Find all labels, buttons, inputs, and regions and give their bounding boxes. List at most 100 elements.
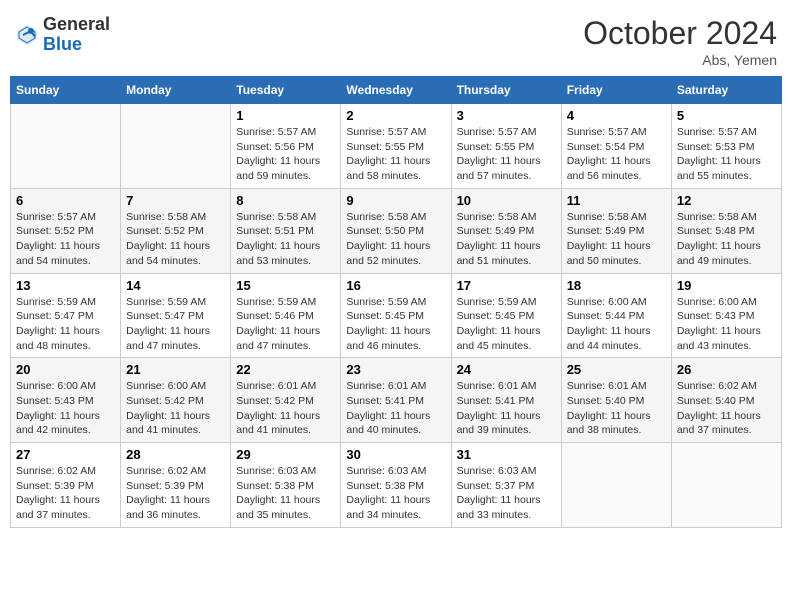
day-info: Sunrise: 6:03 AM Sunset: 5:38 PM Dayligh…: [346, 464, 445, 523]
calendar-week-5: 27Sunrise: 6:02 AM Sunset: 5:39 PM Dayli…: [11, 443, 782, 528]
calendar-cell: 21 Sunrise: 6:00 AM Sunset: 5:42 PM Dayli…: [121, 358, 231, 443]
day-number: 22: [236, 362, 335, 377]
calendar-cell: [11, 104, 121, 189]
day-number: 21: [126, 362, 225, 377]
day-number: 8: [236, 193, 335, 208]
day-info: Sunrise: 5:59 AM Sunset: 5:46 PM Dayligh…: [236, 295, 335, 354]
day-info: Sunrise: 6:01 AM Sunset: 5:41 PM Dayligh…: [346, 379, 445, 438]
day-info: Sunrise: 6:00 AM Sunset: 5:43 PM Dayligh…: [16, 379, 115, 438]
day-number: 2: [346, 108, 445, 123]
day-number: 17: [457, 278, 556, 293]
calendar-week-1: 1 Sunrise: 5:57 AM Sunset: 5:56 PM Daylig…: [11, 104, 782, 189]
page-header: General Blue October 2024 Abs, Yemen: [10, 10, 782, 68]
day-info: Sunrise: 6:00 AM Sunset: 5:42 PM Dayligh…: [126, 379, 225, 438]
day-number: 4: [567, 108, 666, 123]
day-info: Sunrise: 5:58 AM Sunset: 5:49 PM Dayligh…: [457, 210, 556, 269]
col-wednesday: Wednesday: [341, 77, 451, 104]
calendar-cell: 18Sunrise: 6:00 AM Sunset: 5:44 PM Dayli…: [561, 273, 671, 358]
calendar-cell: 28 Sunrise: 6:02 AM Sunset: 5:39 PM Dayli…: [121, 443, 231, 528]
day-info: Sunrise: 5:58 AM Sunset: 5:49 PM Dayligh…: [567, 210, 666, 269]
calendar-cell: 1 Sunrise: 5:57 AM Sunset: 5:56 PM Daylig…: [231, 104, 341, 189]
calendar-cell: 25 Sunrise: 6:01 AM Sunset: 5:40 PM Dayli…: [561, 358, 671, 443]
calendar-header-row: Sunday Monday Tuesday Wednesday Thursday…: [11, 77, 782, 104]
calendar-cell: 9 Sunrise: 5:58 AM Sunset: 5:50 PM Daylig…: [341, 188, 451, 273]
col-friday: Friday: [561, 77, 671, 104]
day-info: Sunrise: 5:57 AM Sunset: 5:56 PM Dayligh…: [236, 125, 335, 184]
calendar-cell: 13 Sunrise: 5:59 AM Sunset: 5:47 PM Dayli…: [11, 273, 121, 358]
day-number: 11: [567, 193, 666, 208]
day-number: 18: [567, 278, 666, 293]
day-info: Sunrise: 5:58 AM Sunset: 5:52 PM Dayligh…: [126, 210, 225, 269]
day-info: Sunrise: 5:57 AM Sunset: 5:52 PM Dayligh…: [16, 210, 115, 269]
calendar-cell: 22 Sunrise: 6:01 AM Sunset: 5:42 PM Dayli…: [231, 358, 341, 443]
calendar-cell: 23 Sunrise: 6:01 AM Sunset: 5:41 PM Dayli…: [341, 358, 451, 443]
calendar-cell: 6 Sunrise: 5:57 AM Sunset: 5:52 PM Daylig…: [11, 188, 121, 273]
calendar-cell: 4 Sunrise: 5:57 AM Sunset: 5:54 PM Daylig…: [561, 104, 671, 189]
day-number: 14: [126, 278, 225, 293]
calendar-cell: 31 Sunrise: 6:03 AM Sunset: 5:37 PM Dayli…: [451, 443, 561, 528]
day-number: 10: [457, 193, 556, 208]
day-number: 1: [236, 108, 335, 123]
location-subtitle: Abs, Yemen: [583, 52, 777, 68]
day-number: 13: [16, 278, 115, 293]
col-monday: Monday: [121, 77, 231, 104]
day-info: Sunrise: 5:58 AM Sunset: 5:48 PM Dayligh…: [677, 210, 776, 269]
day-number: 20: [16, 362, 115, 377]
day-info: Sunrise: 6:00 AM Sunset: 5:43 PM Dayligh…: [677, 295, 776, 354]
calendar-cell: 27Sunrise: 6:02 AM Sunset: 5:39 PM Dayli…: [11, 443, 121, 528]
day-info: Sunrise: 6:01 AM Sunset: 5:40 PM Dayligh…: [567, 379, 666, 438]
day-info: Sunrise: 5:59 AM Sunset: 5:47 PM Dayligh…: [16, 295, 115, 354]
calendar-week-2: 6 Sunrise: 5:57 AM Sunset: 5:52 PM Daylig…: [11, 188, 782, 273]
day-number: 19: [677, 278, 776, 293]
day-number: 6: [16, 193, 115, 208]
calendar-cell: 26 Sunrise: 6:02 AM Sunset: 5:40 PM Dayli…: [671, 358, 781, 443]
calendar-cell: [561, 443, 671, 528]
day-number: 3: [457, 108, 556, 123]
calendar-cell: 20 Sunrise: 6:00 AM Sunset: 5:43 PM Dayli…: [11, 358, 121, 443]
calendar-cell: 24 Sunrise: 6:01 AM Sunset: 5:41 PM Dayli…: [451, 358, 561, 443]
day-info: Sunrise: 5:57 AM Sunset: 5:54 PM Dayligh…: [567, 125, 666, 184]
calendar-week-3: 13 Sunrise: 5:59 AM Sunset: 5:47 PM Dayli…: [11, 273, 782, 358]
calendar-cell: [121, 104, 231, 189]
logo: General Blue: [15, 15, 110, 55]
day-info: Sunrise: 5:59 AM Sunset: 5:45 PM Dayligh…: [346, 295, 445, 354]
day-number: 24: [457, 362, 556, 377]
day-number: 25: [567, 362, 666, 377]
day-info: Sunrise: 6:02 AM Sunset: 5:40 PM Dayligh…: [677, 379, 776, 438]
title-block: October 2024 Abs, Yemen: [583, 15, 777, 68]
calendar-cell: 19 Sunrise: 6:00 AM Sunset: 5:43 PM Dayli…: [671, 273, 781, 358]
logo-blue: Blue: [43, 35, 110, 55]
day-info: Sunrise: 5:57 AM Sunset: 5:55 PM Dayligh…: [457, 125, 556, 184]
day-number: 23: [346, 362, 445, 377]
day-number: 12: [677, 193, 776, 208]
calendar-cell: [671, 443, 781, 528]
day-info: Sunrise: 6:01 AM Sunset: 5:41 PM Dayligh…: [457, 379, 556, 438]
day-number: 30: [346, 447, 445, 462]
day-info: Sunrise: 6:03 AM Sunset: 5:37 PM Dayligh…: [457, 464, 556, 523]
calendar-table: Sunday Monday Tuesday Wednesday Thursday…: [10, 76, 782, 528]
day-number: 28: [126, 447, 225, 462]
day-info: Sunrise: 6:03 AM Sunset: 5:38 PM Dayligh…: [236, 464, 335, 523]
day-info: Sunrise: 5:58 AM Sunset: 5:50 PM Dayligh…: [346, 210, 445, 269]
calendar-cell: 15 Sunrise: 5:59 AM Sunset: 5:46 PM Dayli…: [231, 273, 341, 358]
month-title: October 2024: [583, 15, 777, 52]
day-number: 31: [457, 447, 556, 462]
day-number: 29: [236, 447, 335, 462]
calendar-cell: 8Sunrise: 5:58 AM Sunset: 5:51 PM Daylig…: [231, 188, 341, 273]
day-number: 7: [126, 193, 225, 208]
day-number: 15: [236, 278, 335, 293]
calendar-cell: 12 Sunrise: 5:58 AM Sunset: 5:48 PM Dayli…: [671, 188, 781, 273]
col-sunday: Sunday: [11, 77, 121, 104]
calendar-cell: 3 Sunrise: 5:57 AM Sunset: 5:55 PM Daylig…: [451, 104, 561, 189]
calendar-cell: 7 Sunrise: 5:58 AM Sunset: 5:52 PM Daylig…: [121, 188, 231, 273]
calendar-cell: 2Sunrise: 5:57 AM Sunset: 5:55 PM Daylig…: [341, 104, 451, 189]
day-number: 9: [346, 193, 445, 208]
day-info: Sunrise: 6:01 AM Sunset: 5:42 PM Dayligh…: [236, 379, 335, 438]
day-info: Sunrise: 5:59 AM Sunset: 5:47 PM Dayligh…: [126, 295, 225, 354]
logo-icon: [15, 23, 39, 47]
logo-general: General: [43, 15, 110, 35]
day-info: Sunrise: 6:02 AM Sunset: 5:39 PM Dayligh…: [126, 464, 225, 523]
day-number: 26: [677, 362, 776, 377]
calendar-cell: 17Sunrise: 5:59 AM Sunset: 5:45 PM Dayli…: [451, 273, 561, 358]
col-tuesday: Tuesday: [231, 77, 341, 104]
